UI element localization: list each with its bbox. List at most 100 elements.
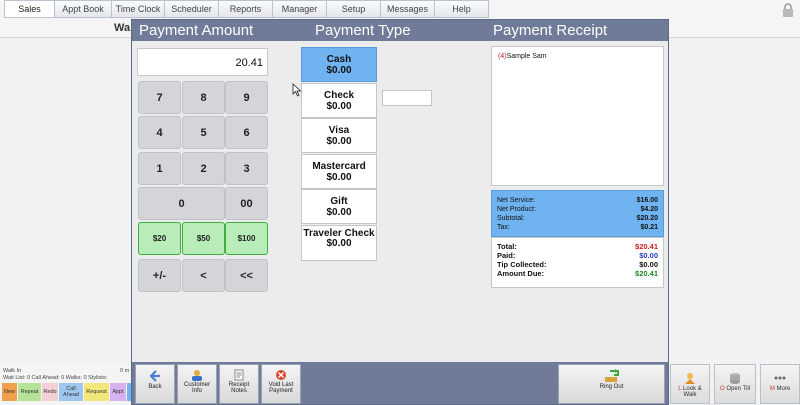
receipt-panel: (4)Sample Sam [491,46,664,186]
amount-input[interactable]: 20.41 [137,48,268,76]
payment-type-gift[interactable]: Gift $0.00 [301,189,377,224]
walk-in-appt[interactable]: Appt [110,383,126,401]
quick-100-button[interactable]: $100 [225,222,268,255]
total-label: Total: [497,242,517,251]
net-product-label: Net Product: [497,206,536,213]
void-icon [276,370,286,380]
total-value: $20.41 [635,242,658,251]
tab-appt-book[interactable]: Appt Book [54,0,112,18]
walk-in-call-ahead[interactable]: Call Ahead [59,383,83,401]
tab-sales[interactable]: Sales [4,0,55,18]
payment-type-name: Mastercard [312,161,366,172]
payment-type-name: Traveler Check [303,228,375,239]
customer-icon [192,370,202,381]
payment-type-traveler-check[interactable]: Traveler Check $0.00 [301,225,377,261]
customer-info-button[interactable]: Customer Info [177,364,217,404]
paid-value: $0.00 [639,251,658,260]
more-icon [774,376,786,380]
key-7[interactable]: 7 [138,81,181,114]
customer-info-label-2: Info [191,388,202,394]
payment-type-name: Gift [330,196,348,207]
key-0[interactable]: 0 [138,187,225,220]
tip-label: Tip Collected: [497,260,547,269]
more-label: More [776,386,791,392]
walk-in-request[interactable]: Request [84,383,109,401]
key-8[interactable]: 8 [182,81,225,114]
nav-tabs: Sales Appt Book Time Clock Scheduler Rep… [4,0,489,18]
key-plus-minus[interactable]: +/- [138,259,181,292]
walk-in-new[interactable]: New [2,383,17,401]
net-service-value: $16.00 [636,197,658,204]
key-00[interactable]: 00 [225,187,268,220]
modal-footer: Back Customer Info Receipt Notes Void La… [132,362,668,404]
tab-setup[interactable]: Setup [326,0,381,18]
key-2[interactable]: 2 [182,152,225,185]
key-clear[interactable]: << [225,259,268,292]
payment-type-heading: Payment Type [315,22,411,39]
payment-modal: Payment Amount Payment Type Payment Rece… [131,19,669,405]
receipt-notes-button[interactable]: Receipt Notes [219,364,259,404]
amount-due-value: $20.41 [635,269,658,278]
tab-reports[interactable]: Reports [218,0,273,18]
walk-in-redo[interactable]: Redo [42,383,58,401]
walk-in-panel: Walk In Wait List: 0 Call Ahead: 0 Walks… [0,363,131,405]
tab-help[interactable]: Help [434,0,489,18]
tab-messages[interactable]: Messages [380,0,435,18]
key-6[interactable]: 6 [225,116,268,149]
payment-amount-heading: Payment Amount [139,22,254,39]
look-walk-button[interactable]: L Look & Walk [670,364,710,404]
till-icon [730,373,740,384]
ring-out-button[interactable]: Ring Out [558,364,665,404]
payment-type-name: Cash [326,54,352,65]
receipt-subtotals: Net Service: $16.00 Net Product: $4.20 Sub… [491,190,664,237]
quick-20-button[interactable]: $20 [138,222,181,255]
notes-icon [234,369,244,381]
payment-type-amount: $0.00 [326,172,352,183]
lock-icon[interactable] [780,2,796,18]
open-till-button[interactable]: O Open Till [714,364,756,404]
key-5[interactable]: 5 [182,116,225,149]
back-arrow-icon [149,370,160,382]
payment-type-amount: $0.00 [326,238,352,249]
look-walk-icon [685,373,695,384]
payment-type-name: Check [323,90,354,101]
look-walk-label: Look & Walk [683,386,702,398]
walk-in-right-text: 0 m [120,368,130,374]
void-last-payment-button[interactable]: Void Last Payment [261,364,301,404]
payment-type-visa[interactable]: Visa $0.00 [301,118,377,153]
look-walk-key: L [678,386,682,392]
paid-label: Paid: [497,251,516,260]
payment-reference-input[interactable] [382,90,432,106]
open-till-label: Open Till [726,386,751,392]
quick-50-button[interactable]: $50 [182,222,225,255]
back-button[interactable]: Back [135,364,175,404]
more-button[interactable]: M More [760,364,800,404]
receipt-totals: Total: $20.41 Paid: $0.00 Tip Collected: $0… [491,237,664,288]
walk-in-repeat[interactable]: Repeat [18,383,41,401]
payment-type-amount: $0.00 [326,136,352,147]
key-4[interactable]: 4 [138,116,181,149]
modal-header: Payment Amount Payment Type Payment Rece… [132,20,668,41]
payment-type-mastercard[interactable]: Mastercard $0.00 [301,154,377,189]
tax-label: Tax: [497,224,510,231]
payment-receipt-heading: Payment Receipt [493,22,608,39]
tab-time-clock[interactable]: Time Clock [111,0,165,18]
tax-value: $0.21 [640,224,658,231]
walk-in-title: Walk In [3,368,22,374]
tip-value: $0.00 [639,260,658,269]
receipt-line-number: (4) [498,53,507,60]
key-3[interactable]: 3 [225,152,268,185]
tab-scheduler[interactable]: Scheduler [164,0,219,18]
net-product-value: $4.20 [640,206,658,213]
walk-in-stats: Wait List: 0 Call Ahead: 0 Walks: 0 Styl… [3,375,108,381]
subtotal-value: $20.20 [636,215,658,222]
ring-out-label: Ring Out [599,384,624,390]
key-9[interactable]: 9 [225,81,268,114]
tab-manager[interactable]: Manager [272,0,327,18]
payment-type-cash[interactable]: Cash $0.00 [301,47,377,82]
payment-type-check[interactable]: Check $0.00 [301,83,377,118]
payment-type-amount: $0.00 [326,207,352,218]
key-backspace[interactable]: < [182,259,225,292]
key-1[interactable]: 1 [138,152,181,185]
open-till-key: O [719,386,725,392]
